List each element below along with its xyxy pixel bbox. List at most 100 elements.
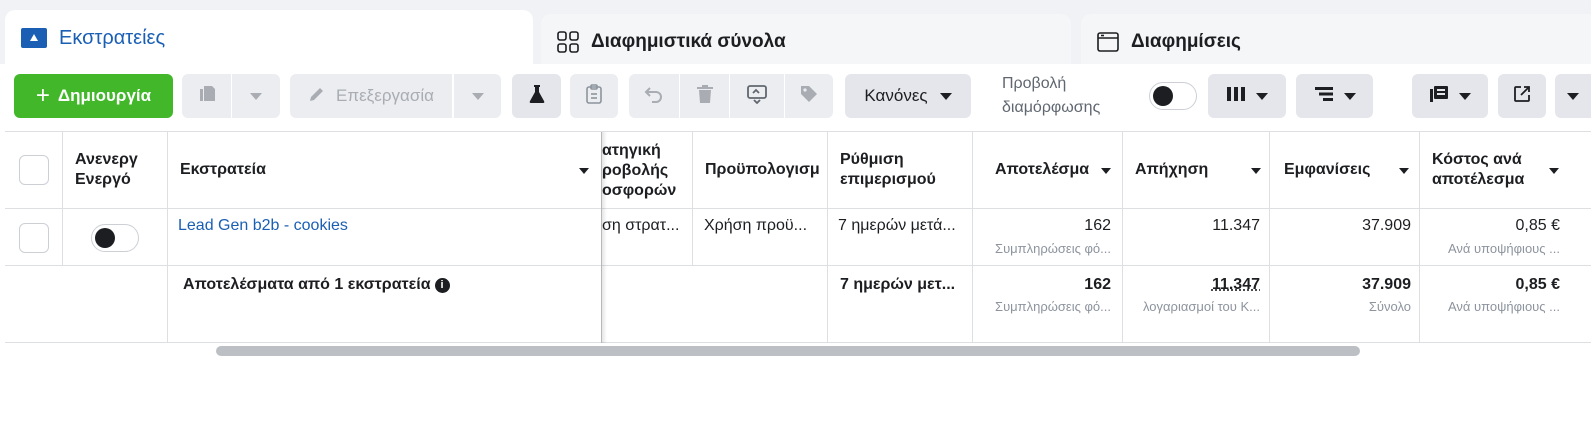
col-divider xyxy=(167,132,168,343)
edit-button-label: Επεξεργασία xyxy=(336,86,434,105)
row-results-sub: Συμπληρώσεις φό... xyxy=(995,241,1111,256)
campaign-name-link[interactable]: Lead Gen b2b - cookies xyxy=(178,217,578,235)
column-header-attribution[interactable]: Ρύθμιση επιμερισμού xyxy=(840,150,970,190)
info-icon[interactable]: i xyxy=(434,278,450,293)
tag-button[interactable] xyxy=(784,74,833,118)
chevron-down-icon xyxy=(1459,92,1471,100)
column-header-active-line1: Ανενεργ xyxy=(75,151,138,168)
tab-bar: Εκστρατείες Διαφημιστικά σύνολα Διαφημίσ… xyxy=(0,0,1591,70)
create-button[interactable]: + Δημιουργία xyxy=(14,74,173,118)
pencil-icon xyxy=(308,85,326,108)
column-header-bid-line3: οσφορών xyxy=(602,182,677,199)
col-divider xyxy=(1419,132,1420,343)
sort-caret-icon[interactable] xyxy=(1549,168,1559,174)
column-header-cost-per-result[interactable]: Κόστος ανά αποτέλεσμα xyxy=(1432,150,1547,190)
column-header-attribution-line2: επιμερισμού xyxy=(840,171,936,188)
column-header-impressions[interactable]: Εμφανίσεις xyxy=(1284,160,1394,180)
campaign-status-toggle[interactable] xyxy=(91,224,139,252)
toggle-knob xyxy=(95,228,115,248)
row-bid-strategy: ση στρατ... xyxy=(602,217,680,234)
chevron-down-icon xyxy=(939,92,952,100)
breakdown-button[interactable] xyxy=(1296,74,1373,118)
summary-cost-per-result-sub: Ανά υποψήφιους ... xyxy=(1447,299,1560,314)
column-header-active[interactable]: Ανενεργ Ενεργό xyxy=(75,150,139,190)
preview-icon xyxy=(746,84,768,109)
sort-caret-icon[interactable] xyxy=(1251,168,1261,174)
clipboard-icon xyxy=(586,83,602,109)
column-header-results[interactable]: Αποτελέσμα xyxy=(995,160,1095,180)
columns-button[interactable] xyxy=(1208,74,1286,118)
sort-caret-icon[interactable] xyxy=(1101,168,1111,174)
row-divider xyxy=(5,265,1591,266)
summary-label: Αποτελέσματα από 1 εκστρατεία i xyxy=(183,275,583,295)
columns-icon xyxy=(1226,86,1246,107)
tab-ads[interactable]: Διαφημίσεις xyxy=(1081,14,1591,70)
tab-campaigns-label: Εκστρατείες xyxy=(59,26,166,49)
view-setup-toggle[interactable] xyxy=(1149,82,1197,110)
column-header-budget[interactable]: Προϋπολογισμ xyxy=(705,160,825,180)
edit-dropdown[interactable] xyxy=(453,74,501,118)
summary-cost-per-result: 0,85 € xyxy=(1515,276,1560,293)
tab-adsets[interactable]: Διαφημιστικά σύνολα xyxy=(541,14,1071,70)
chevron-down-icon xyxy=(1567,92,1579,100)
column-header-bid-strategy[interactable]: ατηγική ροβολής οσφορών xyxy=(602,141,690,201)
tab-campaigns[interactable]: Εκστρατείες xyxy=(5,10,533,66)
row-attribution: 7 ημερών μετά... xyxy=(838,217,956,234)
row-impressions: 37.909 xyxy=(1362,217,1411,234)
sort-caret-icon[interactable] xyxy=(579,168,589,174)
summary-reach[interactable]: 11.347 xyxy=(1125,275,1260,295)
summary-results: 162 xyxy=(1084,276,1111,293)
flask-icon xyxy=(528,84,546,109)
reports-button[interactable] xyxy=(1412,74,1488,118)
toggle-knob xyxy=(1153,86,1173,106)
column-header-campaign[interactable]: Εκστρατεία xyxy=(180,160,480,180)
ab-test-button[interactable] xyxy=(512,74,561,118)
row-results: 162 xyxy=(1084,217,1111,234)
duplicate-dropdown[interactable] xyxy=(231,74,280,118)
clipboard-button[interactable] xyxy=(570,74,618,118)
column-header-cpr-line1: Κόστος ανά xyxy=(1432,151,1522,168)
summary-impressions-sub: Σύνολο xyxy=(1368,299,1411,314)
breakdown-icon xyxy=(1314,86,1334,107)
summary-impressions: 37.909 xyxy=(1362,276,1411,293)
edit-button[interactable]: Επεξεργασία xyxy=(290,74,452,118)
tab-adsets-label: Διαφημιστικά σύνολα xyxy=(591,31,786,52)
grid-icon xyxy=(557,31,579,53)
tag-icon xyxy=(799,84,819,109)
chevron-down-icon xyxy=(250,92,262,100)
duplicate-button[interactable] xyxy=(182,74,231,118)
preview-button[interactable] xyxy=(729,74,784,118)
column-header-reach[interactable]: Απήχηση xyxy=(1135,160,1235,180)
table-bottom-border xyxy=(5,342,1591,343)
chevron-down-icon xyxy=(1343,92,1356,100)
summary-label-text: Αποτελέσματα από 1 εκστρατεία xyxy=(183,276,431,293)
column-header-cpr-line2: αποτέλεσμα xyxy=(1432,171,1525,188)
undo-button[interactable] xyxy=(629,74,679,118)
horizontal-scrollbar[interactable] xyxy=(216,346,1360,356)
sort-caret-icon[interactable] xyxy=(1399,168,1409,174)
select-all-checkbox[interactable] xyxy=(19,155,49,185)
row-reach: 11.347 xyxy=(1212,217,1260,234)
export-button[interactable] xyxy=(1498,74,1546,118)
row-cost-per-result-sub: Ανά υποψήφιους ... xyxy=(1447,241,1560,256)
header-divider xyxy=(5,208,1591,209)
rules-button[interactable]: Κανόνες xyxy=(845,74,971,118)
trash-icon xyxy=(696,84,714,109)
row-cost-per-result: 0,85 € xyxy=(1515,217,1560,234)
view-setup-label: Προβολή διαμόρφωσης xyxy=(1002,72,1100,120)
column-header-attribution-line1: Ρύθμιση xyxy=(840,151,904,168)
delete-button[interactable] xyxy=(679,74,729,118)
col-divider xyxy=(972,132,973,343)
summary-results-sub: Συμπληρώσεις φό... xyxy=(995,299,1111,314)
row-budget: Χρήση προϋ... xyxy=(704,217,808,234)
tab-ads-label: Διαφημίσεις xyxy=(1131,31,1241,52)
row-checkbox[interactable] xyxy=(19,223,49,253)
more-dropdown[interactable] xyxy=(1555,74,1591,118)
rules-button-label: Κανόνες xyxy=(864,86,928,105)
external-link-icon xyxy=(1513,85,1531,108)
summary-attribution: 7 ημερών μετ... xyxy=(840,276,956,293)
column-header-bid-line2: ροβολής xyxy=(602,162,669,179)
col-divider xyxy=(827,132,828,343)
chevron-down-icon xyxy=(471,92,484,100)
ad-window-icon xyxy=(1097,31,1119,53)
